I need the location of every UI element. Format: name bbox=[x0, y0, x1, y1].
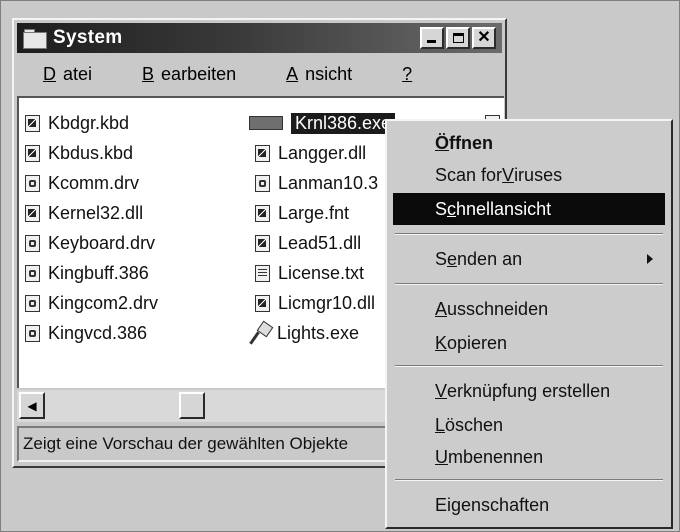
file-name: Lights.exe bbox=[277, 322, 360, 343]
file-icon bbox=[255, 144, 270, 162]
file-name: Kingcom2.drv bbox=[48, 292, 159, 313]
list-item[interactable]: Langger.dll bbox=[255, 140, 366, 166]
exe-file-icon bbox=[249, 116, 283, 130]
file-name: Kingvcd.386 bbox=[48, 322, 148, 343]
menu-item-scan-viruses[interactable]: Scan for Viruses bbox=[393, 159, 665, 191]
file-name: Krnl386.exe bbox=[291, 112, 396, 134]
maximize-icon bbox=[452, 33, 464, 43]
file-icon bbox=[25, 204, 40, 222]
menu-item-rename[interactable]: Umbenennen bbox=[393, 441, 665, 473]
list-item[interactable]: Licmgr10.dll bbox=[255, 290, 375, 316]
driver-file-icon bbox=[25, 264, 40, 282]
file-name: Lead51.dll bbox=[278, 232, 362, 253]
file-name: Licmgr10.dll bbox=[278, 292, 376, 313]
file-name: Kingbuff.386 bbox=[48, 262, 149, 283]
menu-separator bbox=[395, 479, 663, 481]
font-file-icon bbox=[255, 204, 270, 222]
file-icon bbox=[255, 234, 270, 252]
list-item[interactable]: Large.fnt bbox=[255, 200, 349, 226]
minimize-icon bbox=[427, 40, 436, 43]
menu-item-delete[interactable]: Löschen bbox=[393, 409, 665, 441]
flashlight-icon bbox=[251, 323, 271, 343]
file-name: Langger.dll bbox=[278, 142, 367, 163]
menu-bar: Datei Bearbeiten Ansicht ? bbox=[17, 60, 502, 88]
menu-datei[interactable]: Datei bbox=[24, 64, 104, 85]
list-item[interactable]: Lanman10.3 bbox=[255, 170, 378, 196]
list-item[interactable]: Kbdus.kbd bbox=[25, 140, 133, 166]
title-bar[interactable]: System ✕ bbox=[17, 23, 502, 53]
context-menu: Öffnen Scan for Viruses Sc hnellansicht S… bbox=[385, 119, 673, 529]
menu-separator bbox=[395, 365, 663, 367]
driver-file-icon bbox=[25, 294, 40, 312]
menu-ansicht[interactable]: Ansicht bbox=[267, 64, 364, 85]
maximize-button[interactable] bbox=[446, 27, 470, 49]
list-item[interactable]: Lights.exe bbox=[251, 320, 359, 346]
driver-file-icon bbox=[25, 324, 40, 342]
menu-item-create-shortcut[interactable]: Verknüpfung erstellen bbox=[393, 375, 665, 407]
menu-item-copy[interactable]: Kopieren bbox=[393, 327, 665, 359]
menu-item-send-to[interactable]: Se nden an bbox=[393, 243, 665, 275]
close-button[interactable]: ✕ bbox=[472, 27, 496, 49]
list-item[interactable]: Kingbuff.386 bbox=[25, 260, 149, 286]
list-item[interactable]: Kernel32.dll bbox=[25, 200, 143, 226]
driver-file-icon bbox=[255, 174, 270, 192]
file-icon bbox=[255, 294, 270, 312]
driver-file-icon bbox=[25, 174, 40, 192]
file-name: Keyboard.drv bbox=[48, 232, 156, 253]
scroll-left-button[interactable]: ◀ bbox=[19, 392, 45, 419]
menu-separator bbox=[395, 283, 663, 285]
scroll-thumb[interactable] bbox=[179, 392, 205, 419]
menu-bearbeiten[interactable]: Bearbeiten bbox=[123, 64, 248, 85]
list-item[interactable]: Lead51.dll bbox=[255, 230, 361, 256]
menu-separator bbox=[395, 233, 663, 235]
file-name: Large.fnt bbox=[278, 202, 350, 223]
minimize-button[interactable] bbox=[420, 27, 444, 49]
list-item-selected[interactable]: Krnl386.exe bbox=[249, 110, 396, 136]
status-text: Zeigt eine Vorschau der gewählten Objekt… bbox=[23, 434, 349, 453]
list-item[interactable]: License.txt bbox=[255, 260, 364, 286]
folder-icon bbox=[23, 29, 47, 49]
menu-item-properties[interactable]: Ei g enschaften bbox=[393, 489, 665, 521]
arrow-left-icon: ◀ bbox=[27, 398, 37, 413]
menu-item-quick-view[interactable]: Sc hnellansicht bbox=[393, 193, 665, 225]
list-item[interactable]: Keyboard.drv bbox=[25, 230, 155, 256]
file-icon bbox=[25, 114, 40, 132]
list-item[interactable]: Kingvcd.386 bbox=[25, 320, 147, 346]
close-icon: ✕ bbox=[477, 29, 491, 46]
menu-item-open[interactable]: Öffnen bbox=[393, 127, 665, 159]
window-controls: ✕ bbox=[420, 27, 496, 49]
window-title: System bbox=[53, 27, 123, 48]
file-name: Kbdus.kbd bbox=[48, 142, 134, 163]
list-item[interactable]: Kingcom2.drv bbox=[25, 290, 158, 316]
menu-item-cut[interactable]: Ausschneiden bbox=[393, 293, 665, 325]
list-item[interactable]: Kbdgr.kbd bbox=[25, 110, 129, 136]
file-icon bbox=[25, 144, 40, 162]
file-name: Kcomm.drv bbox=[48, 172, 140, 193]
menu-help[interactable]: ? bbox=[383, 64, 431, 85]
file-name: Lanman10.3 bbox=[278, 172, 379, 193]
list-item[interactable]: Kcomm.drv bbox=[25, 170, 139, 196]
file-name: Kernel32.dll bbox=[48, 202, 144, 223]
driver-file-icon bbox=[25, 234, 40, 252]
file-name: License.txt bbox=[278, 262, 365, 283]
text-file-icon bbox=[255, 264, 270, 282]
submenu-arrow-icon bbox=[647, 254, 653, 264]
file-name: Kbdgr.kbd bbox=[48, 112, 130, 133]
